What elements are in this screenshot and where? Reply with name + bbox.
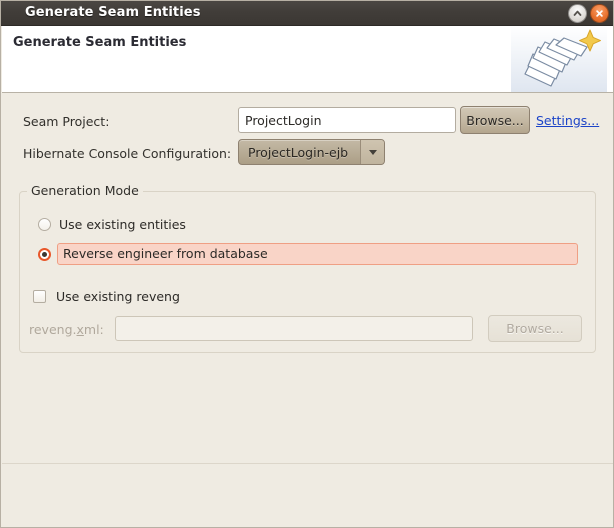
seam-project-label: Seam Project: [23, 114, 110, 129]
close-button[interactable] [590, 4, 609, 23]
window-controls [568, 4, 609, 23]
settings-link[interactable]: Settings... [536, 113, 599, 128]
dialog-footer: ? < Back Next > Cancel Finish [2, 464, 613, 527]
radio-use-existing-entities-label: Use existing entities [59, 217, 186, 232]
reveng-file-label: reveng.xml: [29, 322, 104, 337]
checkbox-unchecked-icon [33, 290, 46, 303]
page-title: Generate Seam Entities [13, 35, 187, 50]
radio-use-existing-entities[interactable]: Use existing entities [38, 217, 186, 232]
close-icon [596, 10, 603, 17]
radio-selected-icon [38, 247, 51, 261]
window-title: Generate Seam Entities [25, 5, 201, 20]
chevron-down-icon [360, 140, 384, 164]
reveng-label-mnemonic: x [76, 322, 84, 337]
reveng-label-post: ml: [83, 322, 104, 337]
radio-reverse-engineer-label: Reverse engineer from database [57, 243, 578, 265]
hibernate-console-combobox[interactable]: ProjectLogin-ejb [238, 139, 385, 165]
checkbox-use-existing-reveng-label: Use existing reveng [56, 289, 180, 304]
generation-mode-legend: Generation Mode [27, 183, 143, 198]
window-titlebar: Generate Seam Entities [1, 1, 613, 26]
hibernate-console-label: Hibernate Console Configuration: [23, 146, 232, 161]
seam-wizard-banner-icon [511, 26, 607, 92]
chevron-up-icon [573, 10, 582, 16]
radio-unselected-icon [38, 218, 51, 231]
hibernate-console-value: ProjectLogin-ejb [248, 144, 349, 160]
reveng-label-pre: reveng. [29, 322, 77, 337]
minimize-button[interactable] [568, 4, 587, 23]
reveng-file-input[interactable] [115, 316, 473, 341]
checkbox-use-existing-reveng[interactable]: Use existing reveng [33, 289, 180, 304]
wizard-header: Generate Seam Entities [2, 26, 613, 93]
radio-reverse-engineer[interactable]: Reverse engineer from database [38, 243, 578, 265]
generate-seam-entities-dialog: Generate Seam Entities Generate Seam Ent… [0, 0, 614, 528]
seam-project-input[interactable] [238, 107, 456, 133]
reveng-browse-button[interactable]: Browse... [488, 315, 582, 342]
dialog-body: Seam Project: Browse... Settings... Hibe… [2, 93, 613, 463]
seam-project-browse-button[interactable]: Browse... [460, 106, 530, 134]
